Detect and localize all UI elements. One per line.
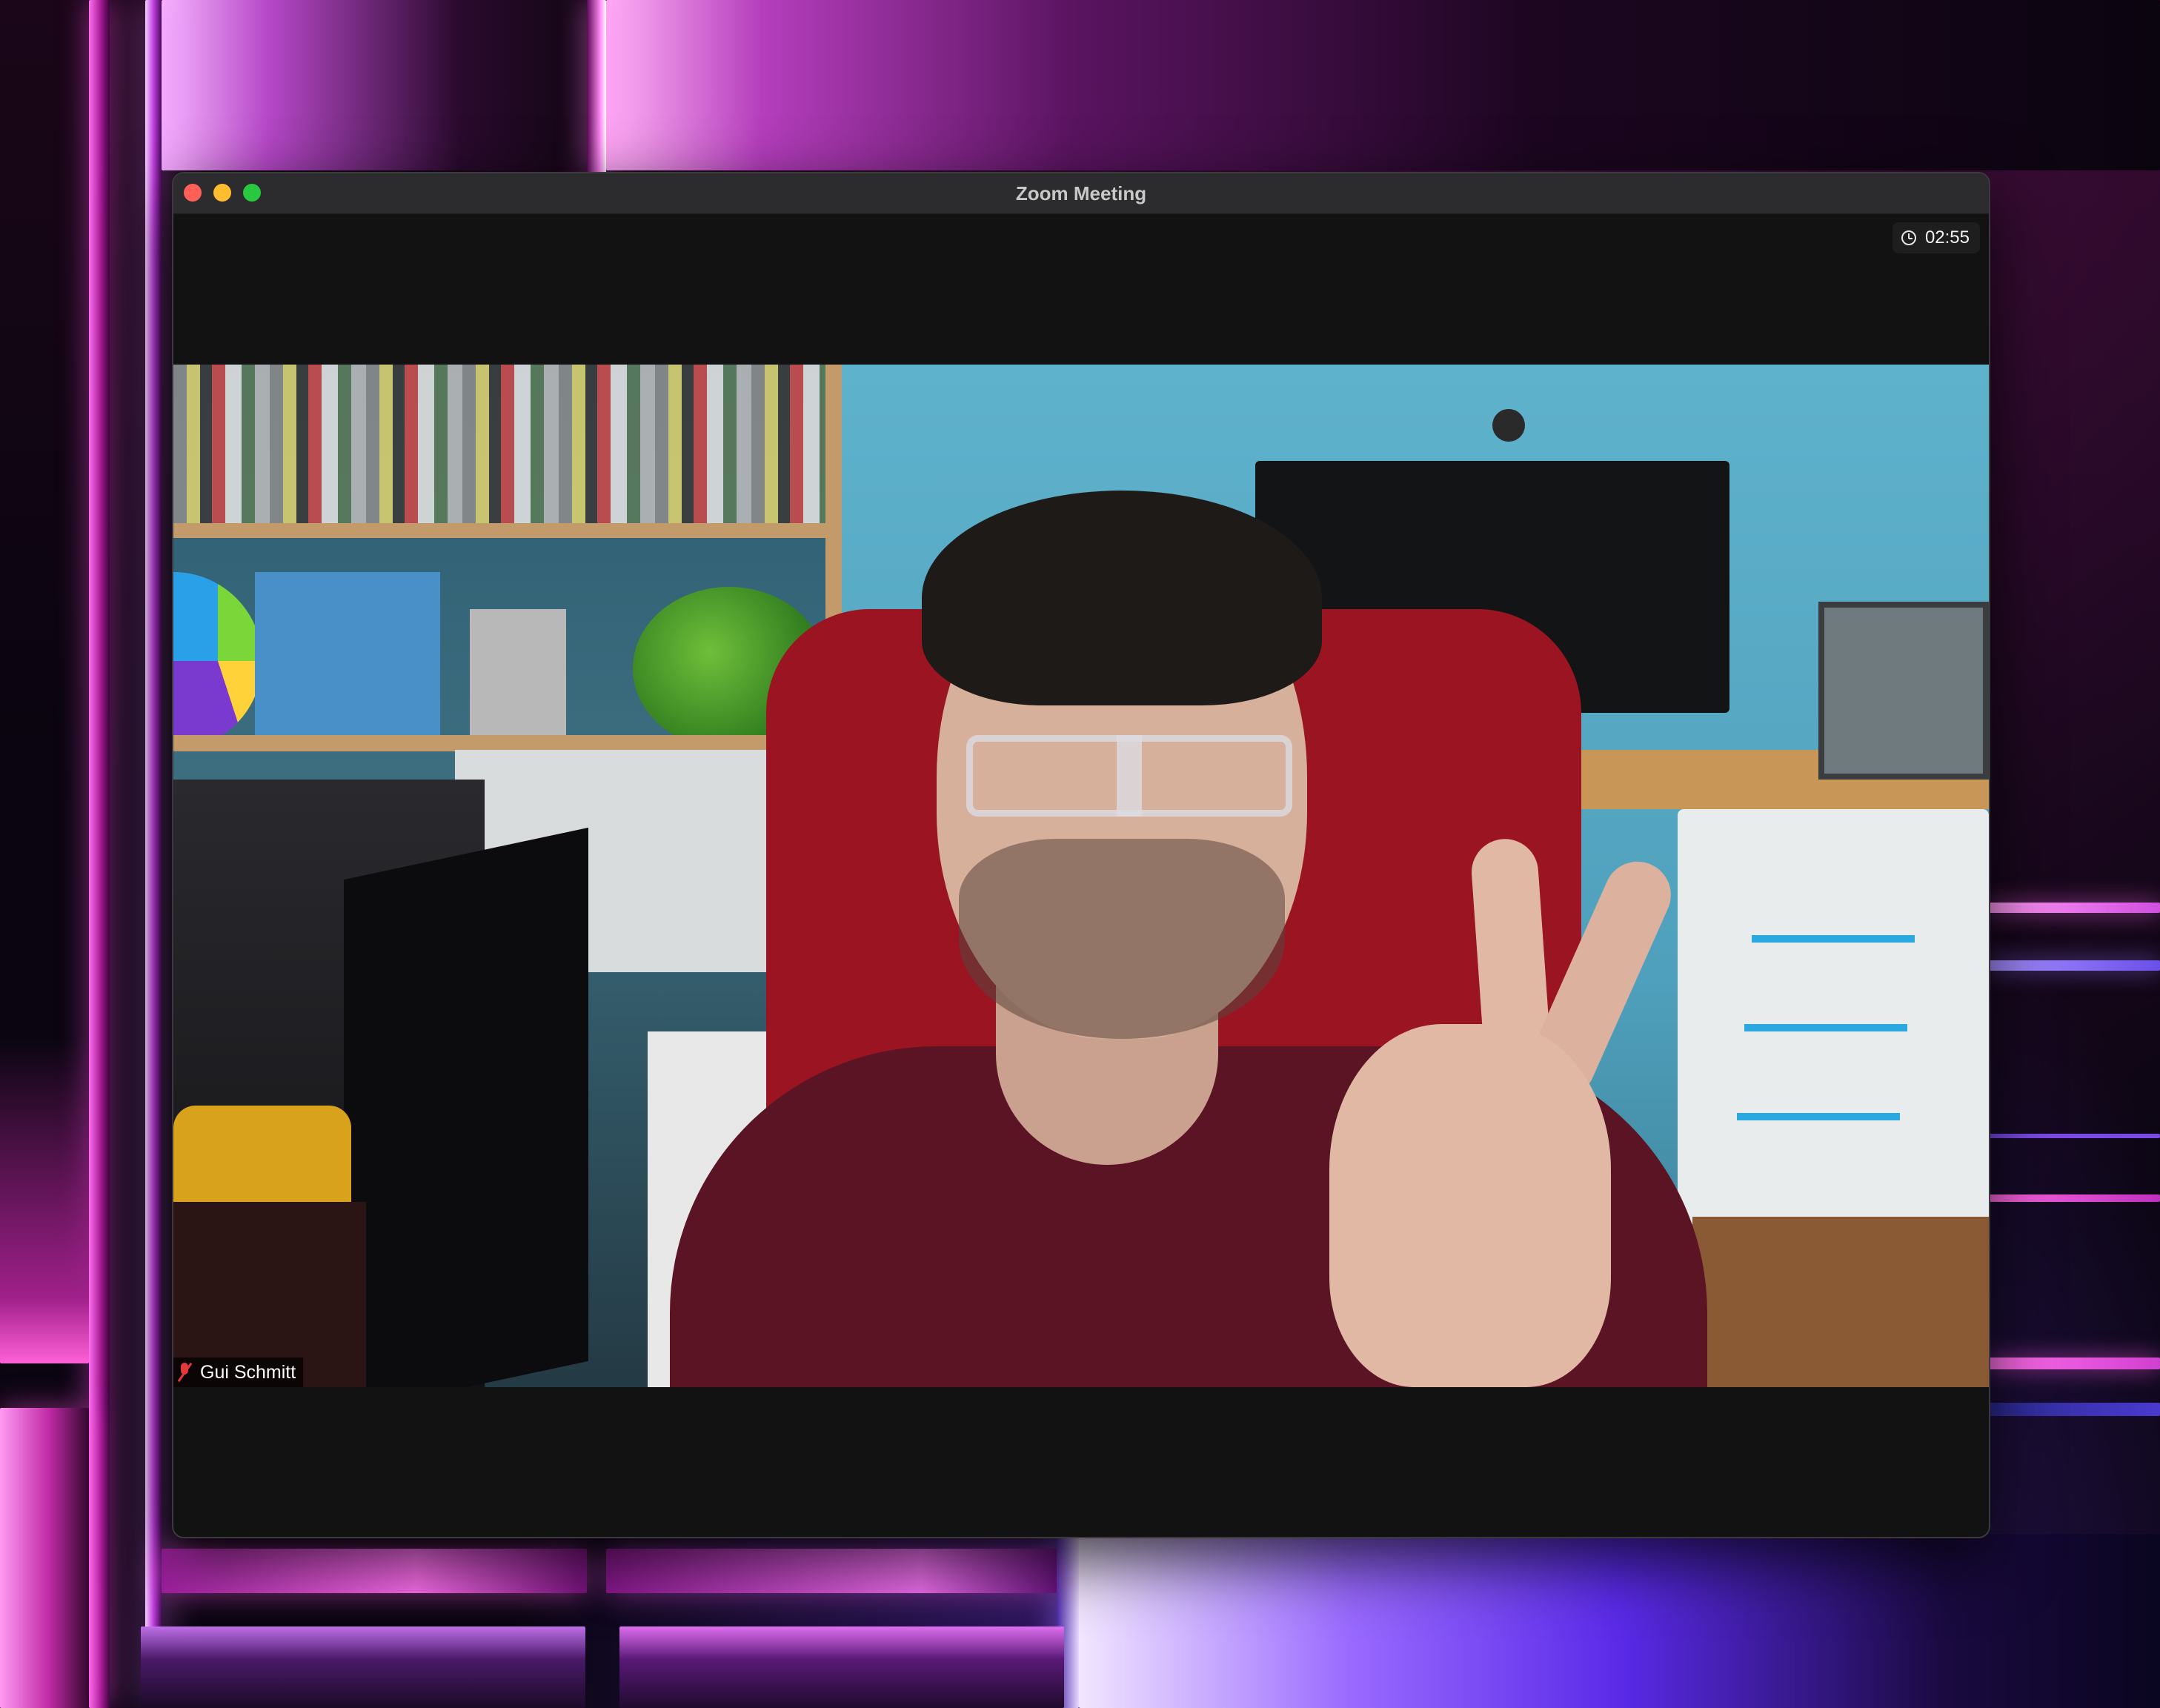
video-drawer-handle bbox=[1737, 1113, 1900, 1120]
wallpaper-neon-bar bbox=[1986, 1194, 2160, 1202]
wallpaper-panel bbox=[619, 1626, 1064, 1708]
video-drawers bbox=[1678, 809, 1989, 1224]
wallpaper-panel bbox=[162, 0, 587, 170]
video-person-hair bbox=[922, 491, 1322, 705]
video-object bbox=[173, 1106, 351, 1209]
participant-video[interactable]: Gui Schmitt bbox=[173, 365, 1989, 1387]
video-monitor bbox=[344, 827, 588, 1387]
wallpaper-neon-bar bbox=[162, 1549, 587, 1593]
meeting-timer[interactable]: 02:55 bbox=[1892, 222, 1980, 253]
video-webcam bbox=[1492, 409, 1525, 442]
wallpaper-neon-bar bbox=[145, 0, 162, 1708]
wallpaper-neon-bar bbox=[1986, 1358, 2160, 1369]
wallpaper-neon-bar bbox=[89, 0, 110, 1708]
wallpaper-neon-bar bbox=[1986, 960, 2160, 971]
wallpaper-neon-bar bbox=[587, 0, 606, 178]
participant-name-tag: Gui Schmitt bbox=[173, 1358, 304, 1387]
title-bar[interactable]: Zoom Meeting bbox=[173, 173, 1989, 214]
wallpaper-panel bbox=[606, 0, 2160, 170]
participant-name: Gui Schmitt bbox=[200, 1362, 296, 1383]
video-drawer-handle bbox=[1744, 1024, 1907, 1031]
video-drawer-handle bbox=[1752, 935, 1915, 943]
video-object bbox=[255, 572, 440, 742]
video-shelf bbox=[173, 523, 840, 538]
video-person-glasses bbox=[966, 735, 1292, 817]
video-bookshelf bbox=[173, 365, 840, 528]
wallpaper-neon-bar bbox=[606, 1549, 1057, 1593]
clock-icon bbox=[1901, 230, 1916, 245]
window-title: Zoom Meeting bbox=[1015, 182, 1147, 205]
video-person-beard bbox=[959, 839, 1285, 1039]
meeting-timer-value: 02:55 bbox=[1924, 227, 1970, 247]
wallpaper-panel bbox=[0, 1408, 89, 1708]
video-floor bbox=[1692, 1217, 1989, 1387]
wallpaper-neon-bar bbox=[1986, 1134, 2160, 1138]
wallpaper-neon-bar bbox=[1986, 1403, 2160, 1416]
video-laptop bbox=[1818, 602, 1989, 780]
mic-muted-icon bbox=[178, 1363, 191, 1382]
wallpaper-glow bbox=[0, 1037, 89, 1363]
video-object bbox=[470, 609, 566, 742]
wallpaper-panel bbox=[1079, 1534, 2160, 1708]
video-shelf bbox=[173, 735, 840, 751]
wallpaper-neon-bar bbox=[1986, 903, 2160, 913]
wallpaper-panel bbox=[141, 1626, 585, 1708]
zoom-meeting-window[interactable]: Zoom Meeting 02:55 Gui Schmitt bbox=[172, 172, 1990, 1538]
video-person-hand bbox=[1329, 1024, 1611, 1387]
